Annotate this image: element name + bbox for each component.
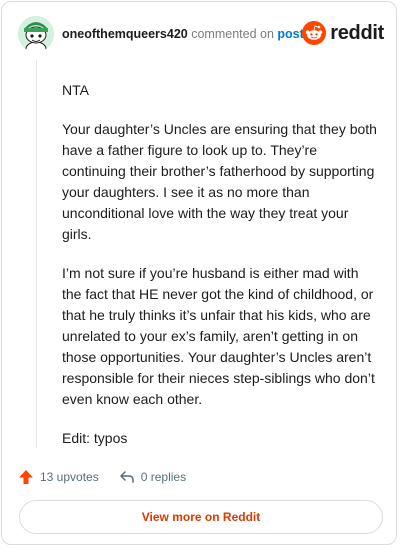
comment-paragraph: Edit: typos xyxy=(62,430,128,446)
view-more-button[interactable]: View more on Reddit xyxy=(19,500,383,534)
post-link[interactable]: post xyxy=(277,27,303,41)
upvote-count: 13 upvotes xyxy=(40,470,99,484)
upvote-button[interactable]: 13 upvotes xyxy=(18,469,99,485)
upvote-arrow-icon xyxy=(19,470,33,484)
thread-line[interactable] xyxy=(36,60,37,448)
comment-embed-card: oneofthemqueers420 commented on post red… xyxy=(1,1,397,545)
commented-on-label: commented on xyxy=(191,27,274,41)
reply-count: 0 replies xyxy=(140,470,187,484)
comment-actions: 13 upvotes 0 replies xyxy=(18,466,384,488)
comment-paragraph: Your daughter’s Uncles are ensuring that… xyxy=(62,121,377,242)
username[interactable]: oneofthemqueers420 xyxy=(62,27,188,41)
reply-arrow-icon xyxy=(119,471,134,483)
comment-paragraph: NTA xyxy=(62,82,89,98)
user-avatar[interactable] xyxy=(18,16,54,52)
comment-meta: oneofthemqueers420 commented on post xyxy=(62,27,304,41)
comment-body: NTA Your daughter’s Uncles are ensuring … xyxy=(62,80,380,467)
reddit-snoo-icon xyxy=(302,21,327,45)
comment-header: oneofthemqueers420 commented on post red… xyxy=(18,16,384,52)
reddit-logo[interactable]: reddit xyxy=(302,18,384,48)
comment-paragraph: I’m not sure if you’re husband is either… xyxy=(62,265,375,407)
reddit-wordmark: reddit xyxy=(330,21,384,44)
snoo-avatar-icon xyxy=(18,16,54,52)
replies-button[interactable]: 0 replies xyxy=(119,469,186,485)
